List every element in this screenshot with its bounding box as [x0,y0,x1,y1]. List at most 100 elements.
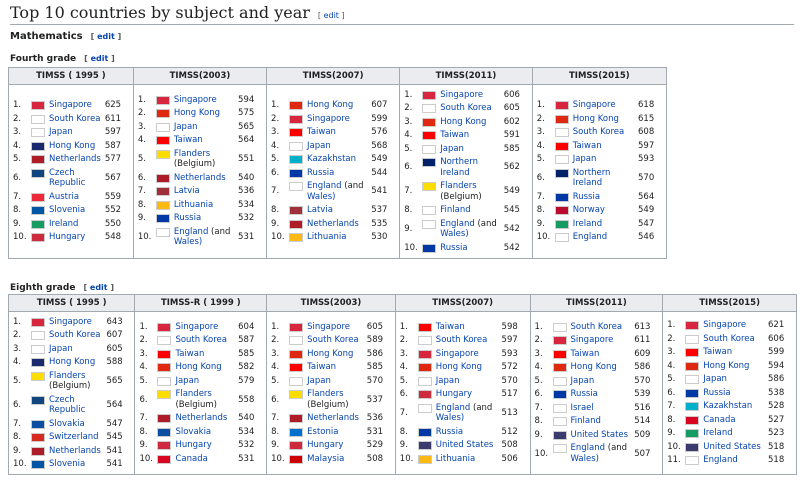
country-link[interactable]: Hong Kong [307,100,353,110]
country-link[interactable]: Austria [49,192,79,202]
country-link[interactable]: England [573,232,608,242]
edit-link[interactable]: edit [324,11,339,20]
country-link[interactable]: Japan [703,374,727,384]
country-link[interactable]: Russia [703,388,730,398]
country-link[interactable]: United States [571,430,629,440]
country-link[interactable]: Flanders [174,149,210,159]
country-link[interactable]: Netherlands [174,173,226,183]
country-link[interactable]: Taiwan [571,349,600,359]
country-link[interactable]: Russia [440,243,467,253]
country-link[interactable]: Japan [307,141,331,151]
country-link[interactable]: Singapore [49,100,92,110]
country-link[interactable]: England [174,227,209,237]
country-link[interactable]: Slovakia [49,419,85,429]
country-link[interactable]: Northern [573,168,611,178]
country-link[interactable]: Taiwan [174,135,203,145]
country-link[interactable]: Netherlands [49,446,101,456]
country-link[interactable]: Latvia [307,205,333,215]
country-link[interactable]: Norway [573,205,605,215]
country-link[interactable]: Lithuania [174,200,213,210]
country-link[interactable]: Ireland [703,428,732,438]
country-link[interactable]: Hungary [175,440,211,450]
country-link[interactable]: Singapore [307,114,350,124]
country-link[interactable]: Estonia [307,427,338,437]
country-link[interactable]: Hong Kong [440,117,486,127]
country-link[interactable]: Japan [573,154,597,164]
country-link[interactable]: Netherlands [49,154,101,164]
country-link[interactable]: South Korea [436,335,488,345]
country-link[interactable]: Singapore [175,322,218,332]
country-link[interactable]: Northern [440,157,478,167]
country-link[interactable]: Flanders [49,371,85,381]
country-link[interactable]: Ireland [49,219,78,229]
country-link[interactable]: Hong Kong [49,141,95,151]
country-link[interactable]: Canada [175,454,207,464]
country-link[interactable]: Taiwan [440,130,469,140]
country-link[interactable]: Switzerland [49,432,99,442]
country-link[interactable]: Slovakia [175,427,211,437]
country-link[interactable]: Taiwan [436,322,465,332]
country-link[interactable]: South Korea [49,330,101,340]
country-link[interactable]: Czech [49,168,75,178]
country-link[interactable]: Hong Kong [307,349,353,359]
country-link[interactable]: Hong Kong [573,114,619,124]
country-link[interactable]: Russia [436,427,463,437]
country-link[interactable]: Taiwan [703,347,732,357]
country-link[interactable]: Singapore [571,335,614,345]
country-link[interactable]: Japan [49,127,73,137]
country-link[interactable]: Wales) [174,237,202,247]
country-link[interactable]: Wales) [571,454,599,464]
country-link[interactable]: England [703,455,738,465]
country-link[interactable]: Japan [436,376,460,386]
country-link[interactable]: Japan [307,376,331,386]
country-link[interactable]: Wales) [436,413,464,423]
country-link[interactable]: Flanders [307,389,343,399]
country-link[interactable]: Malaysia [307,454,344,464]
country-link[interactable]: Lithuania [436,454,475,464]
country-link[interactable]: Russia [307,168,334,178]
country-link[interactable]: Flanders [440,181,476,191]
country-link[interactable]: Singapore [436,349,479,359]
edit-link[interactable]: edit [91,54,109,63]
country-link[interactable]: Hong Kong [703,361,749,371]
country-link[interactable]: Ireland [573,178,602,188]
country-link[interactable]: Finland [440,205,470,215]
edit-link[interactable]: edit [90,283,108,292]
country-link[interactable]: South Korea [49,114,101,124]
country-link[interactable]: Hungary [49,232,85,242]
country-link[interactable]: Ireland [573,219,602,229]
country-link[interactable]: Wales) [440,229,468,239]
country-link[interactable]: South Korea [703,334,755,344]
country-link[interactable]: England [436,403,471,413]
country-link[interactable]: Netherlands [307,219,359,229]
country-link[interactable]: Japan [440,144,464,154]
country-link[interactable]: Wales) [307,192,335,202]
country-link[interactable]: Singapore [49,317,92,327]
country-link[interactable]: England [307,181,342,191]
country-link[interactable]: Israel [571,403,594,413]
country-link[interactable]: Hong Kong [436,362,482,372]
country-link[interactable]: Flanders [175,389,211,399]
country-link[interactable]: Netherlands [175,413,227,423]
country-link[interactable]: Hong Kong [175,362,221,372]
country-link[interactable]: Kazakhstan [307,154,356,164]
country-link[interactable]: Russia [573,192,600,202]
country-link[interactable]: Taiwan [307,127,336,137]
country-link[interactable]: Singapore [440,90,483,100]
country-link[interactable]: Czech [49,395,75,405]
country-link[interactable]: Kazakhstan [703,401,752,411]
country-link[interactable]: England [440,219,475,229]
country-link[interactable]: Hong Kong [571,362,617,372]
country-link[interactable]: Japan [174,122,198,132]
country-link[interactable]: United States [436,440,494,450]
country-link[interactable]: Hong Kong [49,357,95,367]
country-link[interactable]: Ireland [440,168,469,178]
country-link[interactable]: England [571,443,606,453]
country-link[interactable]: Netherlands [307,413,359,423]
country-link[interactable]: Singapore [307,322,350,332]
country-link[interactable]: South Korea [440,103,492,113]
country-link[interactable]: Hong Kong [174,108,220,118]
country-link[interactable]: Russia [174,213,201,223]
country-link[interactable]: Slovenia [49,459,85,469]
country-link[interactable]: United States [703,442,761,452]
